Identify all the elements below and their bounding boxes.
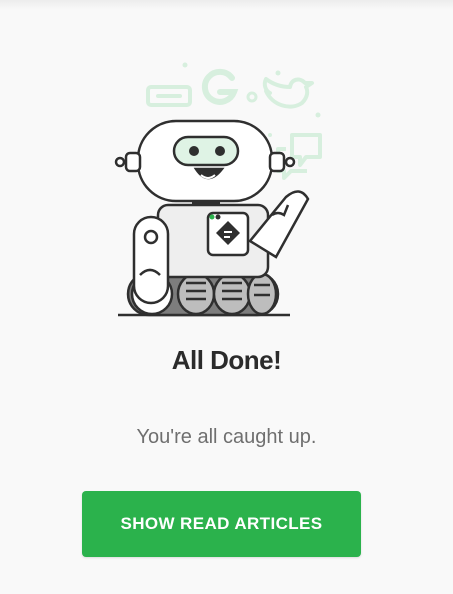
page-title: All Done! [171,345,282,375]
dot-icon [246,91,258,103]
status-bar-shadow [0,0,453,10]
empty-state-illustration [100,45,350,325]
robot-left-arm [132,215,170,305]
robot-head [114,119,296,203]
show-read-articles-button[interactable]: SHOW READ ARTICLES [82,491,361,557]
robot-neck [192,200,220,206]
robot-waving-icon [114,62,322,317]
caught-up-message: You're all caught up. [136,426,317,448]
google-icon [201,68,239,105]
twitter-icon [262,77,314,109]
link-card-icon [146,85,192,107]
